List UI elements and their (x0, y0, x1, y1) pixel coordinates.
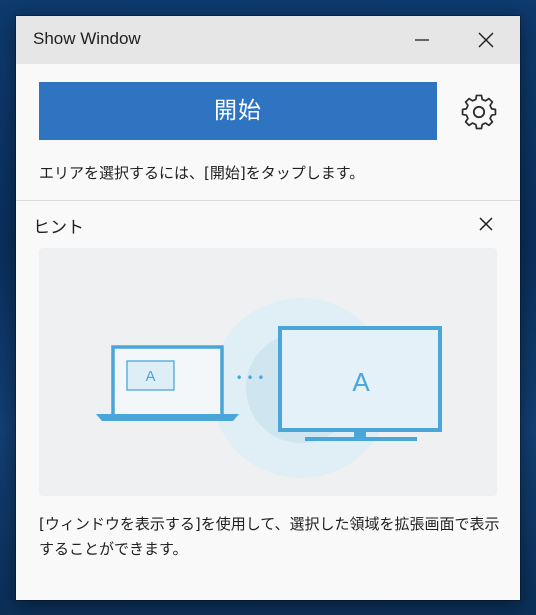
show-window: Show Window 開始 エリアを選択するには、[開始]をタップします。 ヒ… (16, 16, 520, 600)
hint-description: [ウィンドウを表示する]を使用して、選択した領域を拡張画面で表示することができま… (39, 515, 500, 558)
close-button[interactable] (463, 16, 509, 64)
extend-display-illustration: A • • • A (96, 298, 442, 478)
divider (16, 200, 520, 201)
settings-button[interactable] (459, 92, 499, 132)
laptop-screen-letter: A (145, 368, 155, 385)
hint-title: ヒント (33, 218, 84, 238)
window-title: Show Window (33, 29, 141, 48)
minimize-button[interactable] (399, 16, 445, 64)
hint-close-button[interactable] (474, 212, 498, 236)
minimize-icon (415, 39, 429, 41)
connector-dots: • • • (236, 371, 265, 385)
monitor-icon: A (278, 326, 442, 441)
close-icon (478, 32, 494, 48)
instruction-text: エリアを選択するには、[開始]をタップします。 (39, 164, 365, 182)
gear-icon (461, 94, 497, 130)
hint-illustration: A • • • A (39, 248, 497, 496)
monitor-screen-letter: A (352, 367, 370, 397)
start-button[interactable]: 開始 (39, 82, 437, 140)
laptop-icon: A (96, 345, 239, 421)
close-icon (479, 217, 493, 231)
title-bar: Show Window (16, 16, 520, 64)
